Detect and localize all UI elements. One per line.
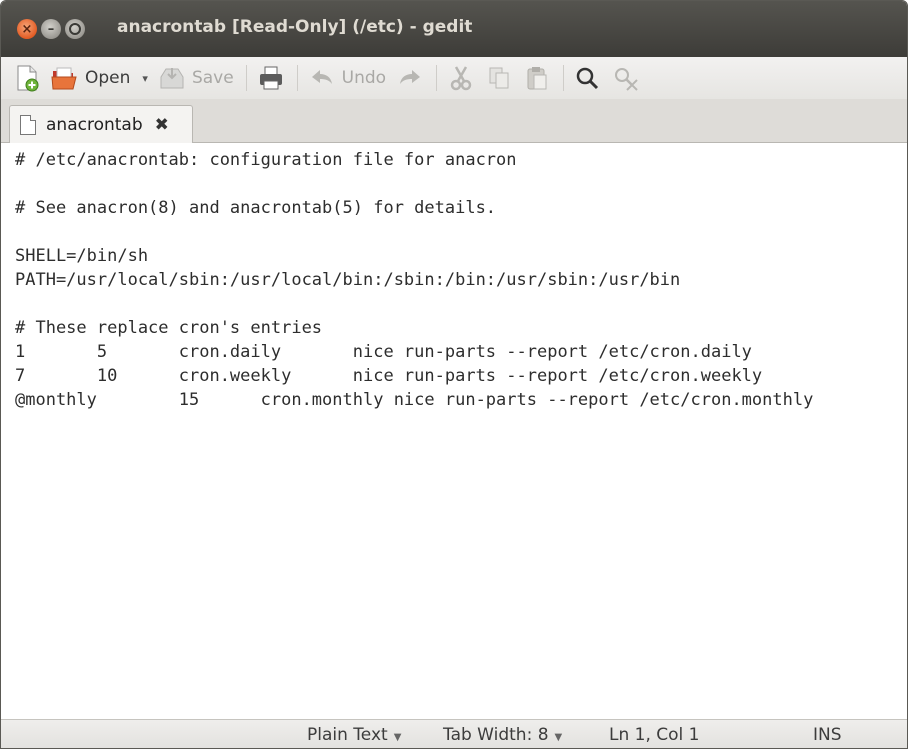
open-folder-icon (51, 64, 79, 92)
close-tab-icon[interactable]: ✖ (155, 115, 169, 135)
editor-line: SHELL=/bin/sh (15, 246, 149, 266)
cut-icon (447, 64, 475, 92)
copy-button[interactable] (485, 61, 513, 95)
open-label: Open (85, 68, 131, 88)
editor-line: PATH=/usr/local/sbin:/usr/local/bin:/sbi… (15, 270, 681, 290)
language-selector[interactable]: Plain Text ▼ (307, 725, 401, 745)
document-tabs: anacrontab ✖ (1, 99, 907, 143)
editor-line: # /etc/anacrontab: configuration file fo… (15, 150, 517, 170)
close-window-button[interactable]: × (17, 19, 37, 39)
redo-button[interactable] (396, 61, 424, 95)
undo-icon (308, 64, 336, 92)
open-button[interactable]: Open ▾ (51, 61, 148, 95)
save-label: Save (191, 68, 234, 88)
chevron-down-icon[interactable]: ▾ (142, 72, 148, 85)
editor-line: 7 10 cron.weekly nice run-parts --report… (15, 366, 763, 386)
undo-button[interactable]: Undo (308, 61, 386, 95)
minimize-window-button[interactable]: – (41, 19, 61, 39)
toolbar-separator (296, 65, 298, 91)
document-icon (20, 114, 36, 135)
title-bar[interactable]: × – anacrontab [Read-Only] (/etc) - gedi… (1, 1, 907, 57)
chevron-down-icon: ▼ (554, 732, 563, 743)
toolbar-separator (563, 65, 565, 91)
text-editor[interactable]: # /etc/anacrontab: configuration file fo… (1, 143, 907, 719)
save-button[interactable]: Save (158, 61, 234, 95)
toolbar-separator (245, 65, 247, 91)
toolbar-separator (436, 65, 438, 91)
editor-line: # These replace cron's entries (15, 318, 323, 338)
cut-button[interactable] (447, 61, 475, 95)
print-icon (257, 64, 285, 92)
print-button[interactable] (257, 61, 285, 95)
new-document-button[interactable] (13, 61, 41, 95)
tab-label: anacrontab (46, 114, 143, 135)
save-icon (158, 64, 186, 92)
cursor-position: Ln 1, Col 1 (609, 725, 700, 745)
tab-anacrontab[interactable]: anacrontab ✖ (9, 105, 193, 143)
window-title: anacrontab [Read-Only] (/etc) - gedit (117, 17, 473, 37)
paste-icon (523, 64, 551, 92)
redo-icon (396, 64, 424, 92)
find-button[interactable] (574, 61, 602, 95)
copy-icon (485, 64, 513, 92)
tab-width-selector[interactable]: Tab Width: 8 ▼ (443, 725, 562, 745)
editor-line: # See anacron(8) and anacrontab(5) for d… (15, 198, 497, 218)
find-replace-button[interactable] (612, 61, 640, 95)
new-document-icon (13, 64, 41, 92)
toolbar: Open ▾ Save Undo (1, 57, 907, 99)
maximize-window-button[interactable] (65, 19, 85, 39)
find-replace-icon (612, 64, 640, 92)
gedit-window: × – anacrontab [Read-Only] (/etc) - gedi… (0, 0, 908, 749)
undo-label: Undo (341, 68, 387, 88)
chevron-down-icon: ▼ (393, 732, 402, 743)
search-icon (574, 64, 602, 92)
tab-width-label: Tab Width: 8 (443, 725, 549, 745)
editor-line: 1 5 cron.daily nice run-parts --report /… (15, 342, 752, 362)
paste-button[interactable] (523, 61, 551, 95)
status-bar: Plain Text ▼ Tab Width: 8 ▼ Ln 1, Col 1 IN… (1, 719, 907, 748)
editor-line: @monthly 15 cron.monthly nice run-parts … (15, 390, 814, 410)
insert-mode: INS (813, 725, 842, 745)
language-label: Plain Text (307, 725, 388, 745)
